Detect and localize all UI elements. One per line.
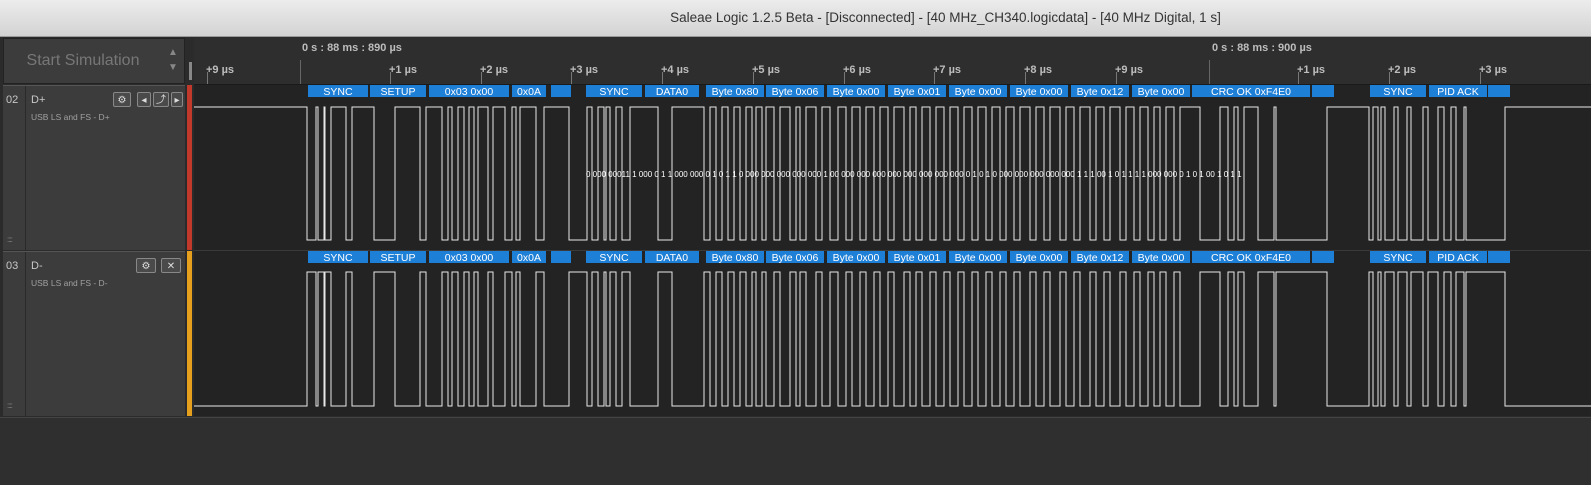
tick-label: +9 µs [206, 64, 235, 76]
absolute-time-label: 0 s : 88 ms : 890 µs [302, 42, 402, 54]
channel-panel-d-minus: 03 D- USB LS and FS - D- ⚙ ✕ :::: [3, 251, 185, 416]
packet-label-text: SYNC [1383, 252, 1413, 264]
packet-label-text: Byte 0x00 [1138, 86, 1185, 98]
channel-settings-button[interactable]: ⚙ [113, 92, 131, 107]
packet-label-text: 0x03 0x00 [445, 86, 494, 98]
channel-number: 03 [6, 260, 19, 272]
packet-label-text: Byte 0x80 [712, 86, 759, 98]
packet-label-text: Byte 0x00 [1138, 252, 1185, 264]
packet-label-text: CRC OK 0xF4E0 [1211, 86, 1291, 98]
packet-label-text: Byte 0x00 [955, 252, 1002, 264]
tick-label: +3 µs [1479, 64, 1508, 76]
packet-label-text: Byte 0x00 [833, 86, 880, 98]
absolute-time-label: 0 s : 88 ms : 900 µs [1212, 42, 1312, 54]
window-title: Saleae Logic 1.2.5 Beta - [Disconnected]… [670, 10, 1221, 25]
packet-label-text: CRC OK 0xF4E0 [1211, 252, 1291, 264]
start-simulation-button[interactable]: Start Simulation [4, 39, 162, 83]
channel-panel-d-plus: 02 D+ USB LS and FS - D+ ⚙ ◂ ⤴ ▸ :::: [3, 85, 185, 250]
packet-label-box[interactable] [551, 85, 571, 97]
packet-label-box[interactable] [1488, 251, 1510, 263]
packet-label-box[interactable] [1488, 85, 1510, 97]
packet-label-text: Byte 0x80 [712, 252, 759, 264]
channel-number: 02 [6, 94, 19, 106]
tick-label: +1 µs [1297, 64, 1326, 76]
packet-label-text: Byte 0x06 [772, 252, 819, 264]
channel-color-bar [187, 85, 192, 250]
packet-label-text: SETUP [380, 252, 415, 264]
tick-label: +8 µs [1024, 64, 1053, 76]
absolute-time-ruler: 0 s : 88 ms : 890 µs 0 s : 88 ms : 900 µ… [194, 38, 1591, 60]
packet-label-box[interactable] [551, 251, 571, 263]
d-minus-analyzer-row: SYNC SETUP 0x03 0x00 0x0A SYNC DATA0 Byte 0x80… [308, 251, 1510, 264]
time-boundary-mark [300, 60, 301, 84]
packet-label-text: SETUP [380, 86, 415, 98]
packet-label-text: Byte 0x12 [1077, 252, 1124, 264]
title-bar: Saleae Logic 1.2.5 Beta - [Disconnected]… [0, 0, 1591, 37]
tick-label: +5 µs [752, 64, 781, 76]
empty-channel-area [0, 417, 1591, 485]
packet-label-text: Byte 0x12 [1077, 86, 1124, 98]
trigger-edge-button[interactable]: ⤴ [153, 92, 169, 107]
gear-icon: ⚙ [117, 95, 127, 106]
packet-label-text: Byte 0x00 [955, 86, 1002, 98]
channel-name[interactable]: D+ [31, 94, 45, 106]
packet-label-text: 0x0A [517, 86, 541, 98]
tick-label: +4 µs [661, 64, 690, 76]
spinner-down-icon[interactable]: ▼ [164, 60, 182, 75]
trigger-falling-button[interactable]: ◂ [137, 92, 151, 107]
channel-divider [25, 86, 26, 250]
packet-label-text: SYNC [1383, 86, 1413, 98]
packet-label-box[interactable] [1312, 85, 1334, 97]
gear-icon: ⚙ [141, 261, 151, 272]
arrow-left-icon: ◂ [141, 95, 147, 106]
d-plus-analyzer-row: SYNC SETUP 0x03 0x00 0x0A SYNC DATA0 Byte 0x80… [308, 85, 1510, 98]
edge-trigger-icon: ⤴ [156, 95, 166, 106]
packet-label-text: 0x0A [517, 252, 541, 264]
channel-color-bar [187, 251, 192, 416]
channel-settings-button[interactable]: ⚙ [136, 258, 156, 273]
drag-grip-icon[interactable]: :::: [7, 401, 13, 410]
channel-description: USB LS and FS - D- [31, 278, 108, 288]
channel-divider [25, 252, 26, 416]
packet-label-box[interactable] [1312, 251, 1334, 263]
simulation-spinner[interactable]: ▲ ▼ [164, 45, 182, 77]
packet-label-text: Byte 0x00 [1016, 86, 1063, 98]
time-boundary-mark [1209, 60, 1210, 84]
packet-label-text: SYNC [599, 86, 629, 98]
tick-label: +2 µs [480, 64, 509, 76]
relative-time-ruler: +9 µs +1 µs +2 µs +3 µs +4 µs +5 µs +6 µ… [194, 60, 1591, 85]
waveform-area[interactable]: SYNC SETUP 0x03 0x00 0x0A SYNC DATA0 Byte 0x80… [194, 85, 1591, 416]
close-icon: ✕ [166, 261, 176, 272]
tick-label: +7 µs [933, 64, 962, 76]
packet-label-text: Byte 0x01 [894, 86, 941, 98]
packet-label-text: DATA0 [656, 252, 688, 264]
packet-label-text: Byte 0x06 [772, 86, 819, 98]
simulation-header: Start Simulation ▲ ▼ [3, 38, 185, 84]
channel-name[interactable]: D- [31, 260, 43, 272]
tick-label: +1 µs [389, 64, 418, 76]
channel-description: USB LS and FS - D+ [31, 112, 110, 122]
packet-label-text: Byte 0x00 [833, 252, 880, 264]
packet-label-text: 0x03 0x00 [445, 252, 494, 264]
tick-label: +3 µs [570, 64, 599, 76]
trigger-rising-button[interactable]: ▸ [171, 92, 183, 107]
packet-label-text: SYNC [323, 252, 353, 264]
packet-label-text: PID ACK [1437, 86, 1478, 98]
ruler-grip-handle[interactable] [189, 62, 192, 80]
tick-label: +2 µs [1388, 64, 1417, 76]
packet-label-text: SYNC [599, 252, 629, 264]
arrow-right-icon: ▸ [174, 95, 180, 106]
bit-values-text: 0 000 00011 1 000 0 1 1 000 000 0 1 0 1 … [586, 170, 1242, 179]
packet-label-text: Byte 0x01 [894, 252, 941, 264]
packet-label-text: Byte 0x00 [1016, 252, 1063, 264]
packet-label-text: DATA0 [656, 86, 688, 98]
packet-label-text: SYNC [323, 86, 353, 98]
packet-label-text: PID ACK [1437, 252, 1478, 264]
spinner-up-icon[interactable]: ▲ [164, 45, 182, 60]
tick-label: +6 µs [843, 64, 872, 76]
tick-label: +9 µs [1115, 64, 1144, 76]
drag-grip-icon[interactable]: :::: [7, 235, 13, 244]
remove-trigger-button[interactable]: ✕ [161, 258, 181, 273]
